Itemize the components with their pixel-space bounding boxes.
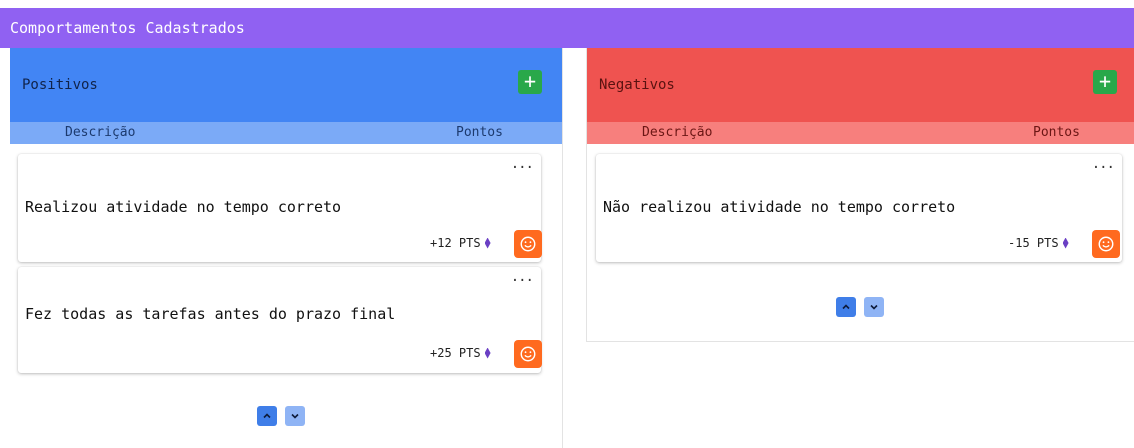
more-options-icon[interactable]: ...	[1092, 156, 1115, 172]
pagination	[257, 406, 305, 426]
pagination	[836, 297, 884, 317]
gem-icon	[1062, 237, 1069, 249]
behavior-description: Realizou atividade no tempo correto	[25, 198, 342, 216]
add-negative-button[interactable]: +	[1093, 70, 1117, 94]
more-options-icon[interactable]: ...	[511, 156, 534, 172]
plus-icon: +	[1098, 69, 1112, 93]
behavior-points: +25 PTS	[430, 346, 491, 360]
gem-icon	[484, 237, 491, 249]
positive-panel: Positivos + Descrição Pontos ... Realizo…	[10, 48, 563, 448]
behavior-description: Não realizou atividade no tempo correto	[603, 198, 956, 216]
positive-panel-title: Positivos	[22, 77, 98, 93]
negative-panel-header: Negativos +	[587, 48, 1134, 122]
negative-panel-title: Negativos	[599, 77, 675, 93]
behavior-points: +12 PTS	[430, 236, 491, 250]
add-positive-button[interactable]: +	[518, 70, 542, 94]
more-options-icon[interactable]: ...	[511, 269, 534, 285]
negative-column-header: Descrição Pontos	[587, 122, 1134, 144]
plus-icon: +	[523, 69, 537, 93]
negative-panel: Negativos + Descrição Pontos ... Não rea…	[586, 48, 1134, 342]
smile-button[interactable]	[514, 230, 542, 258]
chevron-up-icon	[263, 413, 271, 419]
behavior-card: ... Fez todas as tarefas antes do prazo …	[18, 267, 542, 373]
chevron-down-icon	[291, 413, 299, 419]
scroll-up-button[interactable]	[836, 297, 856, 317]
page-header: Comportamentos Cadastrados	[0, 8, 1134, 48]
column-points: Pontos	[1033, 125, 1080, 140]
gem-icon	[484, 347, 491, 359]
points-value: +12 PTS	[430, 236, 481, 250]
column-description: Descrição	[65, 125, 136, 140]
smile-icon	[1098, 236, 1114, 252]
smile-icon	[520, 236, 536, 252]
positive-column-header: Descrição Pontos	[10, 122, 562, 144]
behavior-card: ... Realizou atividade no tempo correto …	[18, 154, 542, 262]
behavior-description: Fez todas as tarefas antes do prazo fina…	[25, 305, 396, 323]
behavior-points: -15 PTS	[1008, 236, 1069, 250]
column-points: Pontos	[456, 125, 503, 140]
chevron-down-icon	[870, 304, 878, 310]
behavior-card: ... Não realizou atividade no tempo corr…	[596, 154, 1122, 262]
positive-panel-header: Positivos +	[10, 48, 562, 122]
page-title: Comportamentos Cadastrados	[10, 19, 245, 37]
smile-icon	[520, 346, 536, 362]
scroll-up-button[interactable]	[257, 406, 277, 426]
smile-button[interactable]	[1092, 230, 1120, 258]
points-value: -15 PTS	[1008, 236, 1059, 250]
smile-button[interactable]	[514, 340, 542, 368]
points-value: +25 PTS	[430, 346, 481, 360]
column-description: Descrição	[642, 125, 713, 140]
scroll-down-button[interactable]	[285, 406, 305, 426]
chevron-up-icon	[842, 304, 850, 310]
scroll-down-button[interactable]	[864, 297, 884, 317]
